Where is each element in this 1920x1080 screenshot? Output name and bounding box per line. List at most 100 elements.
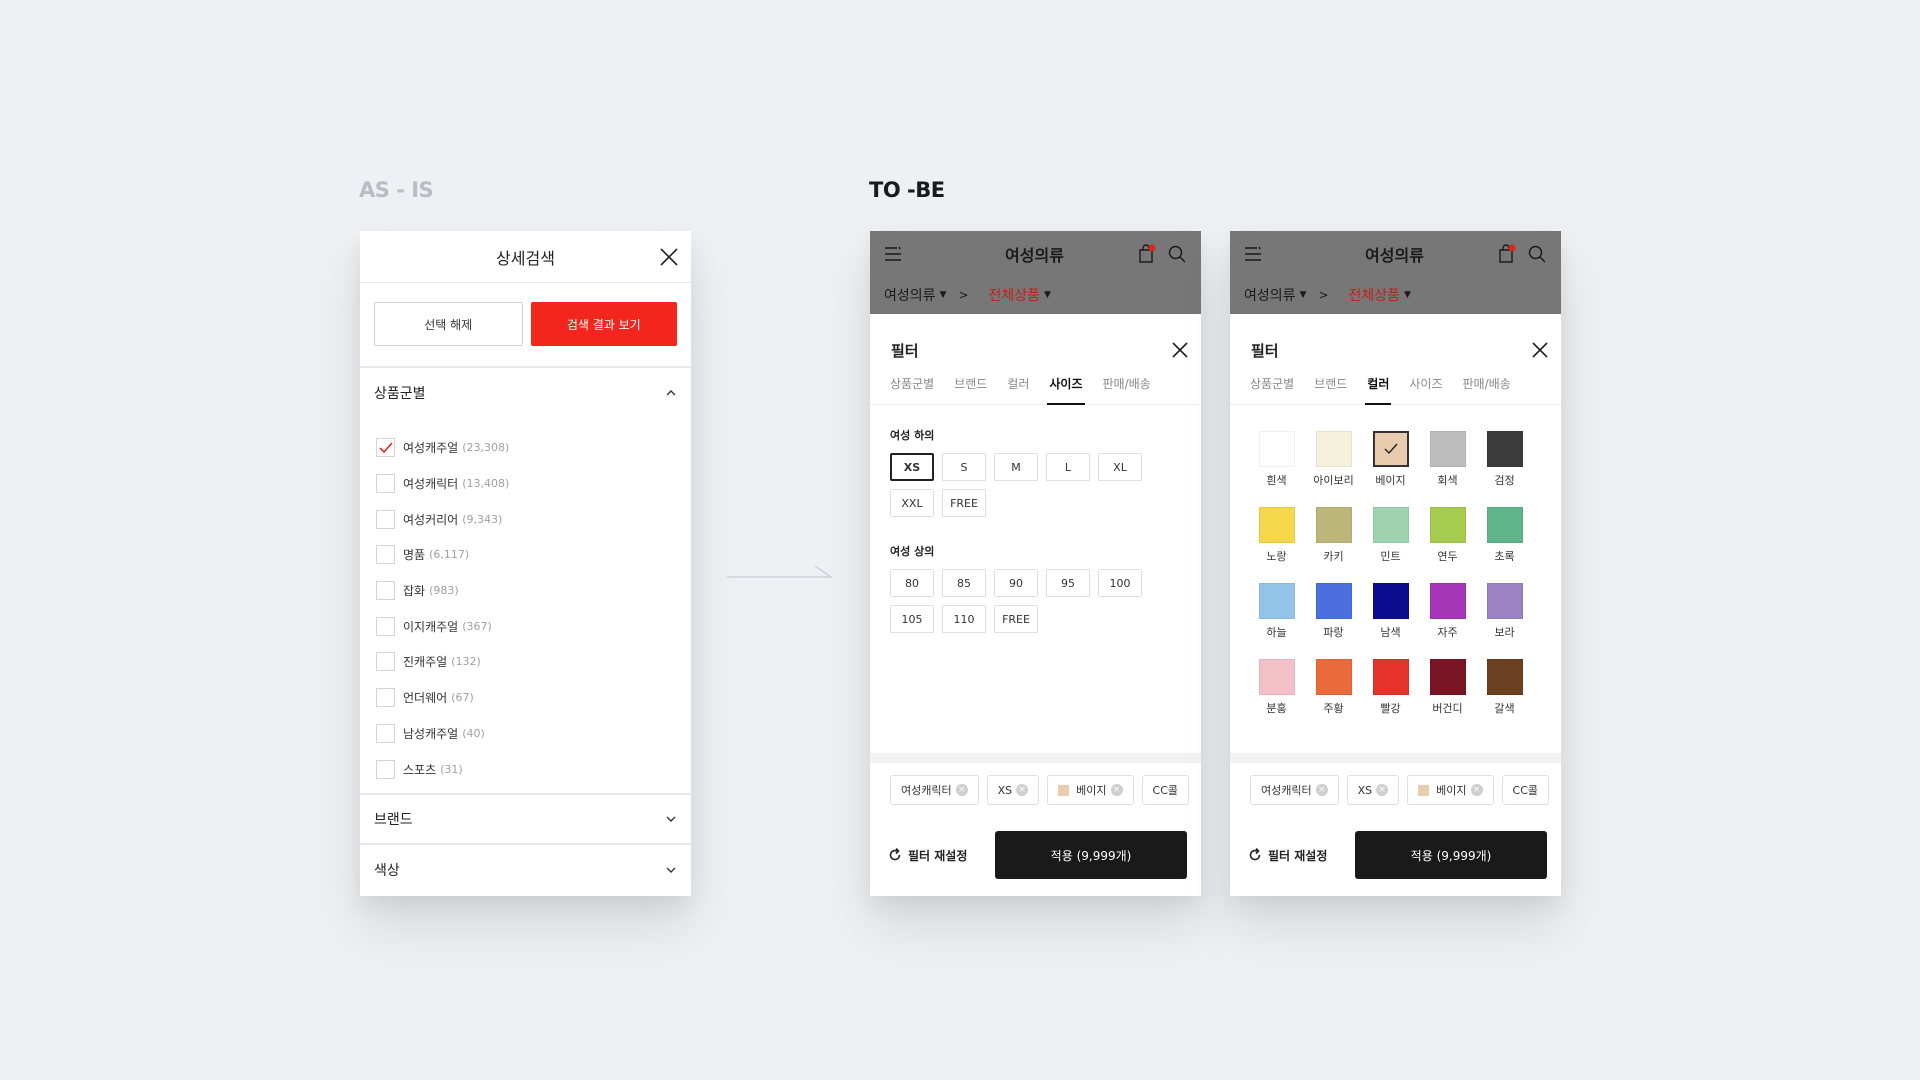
category-checkbox[interactable]: [376, 581, 395, 601]
category-item[interactable]: 여성커리어 (9,343): [376, 501, 675, 537]
color-swatch[interactable]: [1429, 507, 1466, 543]
shopping-bag-icon[interactable]: [1137, 243, 1157, 264]
size-option[interactable]: S: [942, 453, 986, 481]
color-swatch[interactable]: [1315, 431, 1352, 467]
selected-chip[interactable]: 여성캐릭터 ×: [890, 775, 979, 805]
color-option[interactable]: 남색: [1362, 583, 1419, 655]
color-swatch[interactable]: [1372, 507, 1409, 543]
color-swatch[interactable]: [1486, 507, 1523, 543]
selected-chip[interactable]: 여성캐릭터 ×: [1250, 775, 1339, 805]
category-checkbox[interactable]: [376, 438, 395, 458]
size-option[interactable]: 80: [890, 569, 934, 597]
size-option[interactable]: XL: [1098, 453, 1142, 481]
clear-selection-button[interactable]: 선택 해제: [374, 302, 523, 346]
size-option[interactable]: 85: [942, 569, 986, 597]
menu-icon[interactable]: [1244, 246, 1262, 262]
color-option[interactable]: 갈색: [1476, 659, 1533, 731]
color-option[interactable]: 버건디: [1419, 659, 1476, 731]
color-option[interactable]: 자주: [1419, 583, 1476, 655]
remove-icon[interactable]: ×: [1016, 784, 1029, 796]
size-option[interactable]: 100: [1098, 569, 1142, 597]
color-swatch[interactable]: [1429, 659, 1466, 695]
remove-icon[interactable]: ×: [1110, 784, 1123, 796]
category-item[interactable]: 여성캐주얼 (23,308): [376, 430, 675, 466]
color-swatch[interactable]: [1372, 431, 1409, 467]
color-swatch[interactable]: [1429, 583, 1466, 619]
color-option[interactable]: 주황: [1305, 659, 1362, 731]
category-accordion-header[interactable]: 상품군별: [360, 368, 691, 418]
close-icon[interactable]: [1169, 339, 1191, 361]
color-swatch[interactable]: [1372, 583, 1409, 619]
category-item[interactable]: 잡화 (983): [376, 573, 675, 609]
selected-chip[interactable]: XS ×: [1346, 775, 1400, 805]
view-results-button[interactable]: 검색 결과 보기: [530, 302, 677, 346]
color-swatch[interactable]: [1315, 583, 1352, 619]
remove-icon[interactable]: ×: [955, 784, 968, 796]
color-option[interactable]: 보라: [1476, 583, 1533, 655]
color-option[interactable]: 연두: [1419, 507, 1476, 579]
apply-button[interactable]: 적용 (9,999개): [995, 831, 1187, 879]
color-option[interactable]: 분홍: [1248, 659, 1305, 731]
color-swatch[interactable]: [1258, 507, 1295, 543]
tab-0[interactable]: 상품군별: [890, 369, 934, 405]
category-item[interactable]: 진캐주얼 (132): [376, 644, 675, 680]
category-checkbox[interactable]: [376, 545, 395, 565]
category-checkbox[interactable]: [376, 616, 395, 636]
menu-icon[interactable]: [884, 246, 902, 262]
selected-chip[interactable]: XS ×: [986, 775, 1040, 805]
color-option[interactable]: 빨강: [1362, 659, 1419, 731]
tab-2[interactable]: 컬러: [1365, 369, 1392, 405]
color-option[interactable]: 하늘: [1248, 583, 1305, 655]
category-checkbox[interactable]: [376, 474, 395, 494]
tab-3[interactable]: 사이즈: [1409, 369, 1442, 405]
brand-accordion-header[interactable]: 브랜드: [360, 795, 691, 845]
tab-4[interactable]: 판매/배송: [1103, 369, 1151, 405]
selected-chip[interactable]: 베이지 ×: [1407, 775, 1494, 805]
category-checkbox[interactable]: [376, 652, 395, 672]
color-swatch[interactable]: [1486, 431, 1523, 467]
selected-chip[interactable]: CC콜: [1141, 775, 1189, 805]
color-swatch[interactable]: [1258, 583, 1295, 619]
reset-filter-button[interactable]: 필터 재설정: [888, 847, 967, 864]
category-item[interactable]: 남성캐주얼 (40): [376, 716, 675, 752]
size-option[interactable]: 95: [1046, 569, 1090, 597]
color-option[interactable]: 초록: [1476, 507, 1533, 579]
category-item[interactable]: 여성캐릭터 (13,408): [376, 466, 675, 502]
reset-filter-button[interactable]: 필터 재설정: [1248, 847, 1327, 864]
tab-2[interactable]: 컬러: [1007, 369, 1029, 405]
color-swatch[interactable]: [1486, 583, 1523, 619]
color-option[interactable]: 검정: [1476, 431, 1533, 503]
selected-chip[interactable]: 베이지 ×: [1047, 775, 1134, 805]
color-swatch[interactable]: [1315, 659, 1352, 695]
color-accordion-header[interactable]: 색상: [360, 845, 691, 895]
color-option[interactable]: 노랑: [1248, 507, 1305, 579]
color-option[interactable]: 카키: [1305, 507, 1362, 579]
color-swatch[interactable]: [1258, 659, 1295, 695]
size-option[interactable]: M: [994, 453, 1038, 481]
remove-icon[interactable]: ×: [1315, 784, 1328, 796]
breadcrumb-current[interactable]: 전체상품: [1349, 285, 1401, 305]
size-option[interactable]: XS: [890, 453, 934, 481]
size-option[interactable]: FREE: [942, 489, 986, 517]
color-swatch[interactable]: [1429, 431, 1466, 467]
remove-icon[interactable]: ×: [1470, 784, 1483, 796]
tab-0[interactable]: 상품군별: [1250, 369, 1294, 405]
size-option[interactable]: FREE: [994, 605, 1038, 633]
close-icon[interactable]: [1529, 339, 1551, 361]
breadcrumb-current[interactable]: 전체상품: [989, 285, 1041, 305]
color-option[interactable]: 회색: [1419, 431, 1476, 503]
search-icon[interactable]: [1167, 244, 1187, 264]
tab-1[interactable]: 브랜드: [954, 369, 987, 405]
color-option[interactable]: 파랑: [1305, 583, 1362, 655]
category-checkbox[interactable]: [376, 688, 395, 708]
category-checkbox[interactable]: [376, 759, 395, 779]
color-swatch[interactable]: [1486, 659, 1523, 695]
close-icon[interactable]: [657, 245, 681, 269]
color-option[interactable]: 흰색: [1248, 431, 1305, 503]
category-item[interactable]: 이지캐주얼 (367): [376, 608, 675, 644]
tab-4[interactable]: 판매/배송: [1463, 369, 1511, 405]
breadcrumb-parent[interactable]: 여성의류: [884, 285, 936, 305]
apply-button[interactable]: 적용 (9,999개): [1355, 831, 1547, 879]
color-swatch[interactable]: [1258, 431, 1295, 467]
size-option[interactable]: 90: [994, 569, 1038, 597]
